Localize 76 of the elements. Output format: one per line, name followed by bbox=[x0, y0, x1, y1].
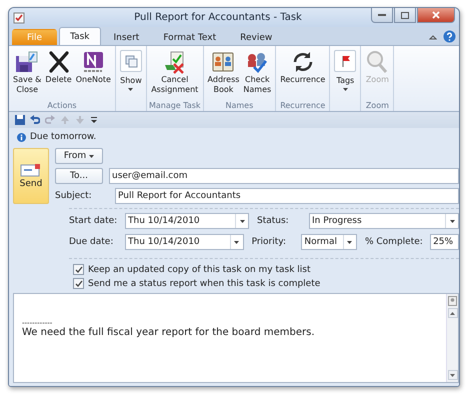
status-label: Status: bbox=[256, 216, 290, 226]
group-label: Actions bbox=[47, 101, 77, 111]
from-button[interactable]: From bbox=[55, 148, 103, 164]
save-disk-icon bbox=[15, 50, 40, 74]
ribbon-button[interactable]: Tags bbox=[332, 48, 358, 111]
envelope-icon bbox=[20, 163, 42, 177]
checkbox[interactable] bbox=[73, 278, 84, 289]
ribbon-tab[interactable]: Task bbox=[59, 27, 100, 45]
group-label: Manage Task bbox=[148, 101, 201, 111]
start-date-field[interactable]: Thu 10/14/2010 bbox=[125, 213, 249, 229]
checkbox[interactable] bbox=[73, 264, 84, 275]
ribbon-tab[interactable]: Format Text bbox=[152, 29, 228, 45]
checkbox-label: Send me a status report when this task is complete bbox=[88, 278, 320, 288]
start-date-label: Start date: bbox=[69, 216, 118, 226]
recurrence-icon bbox=[290, 50, 315, 74]
down-arrow-icon bbox=[450, 374, 455, 376]
scroll-up-button[interactable] bbox=[448, 308, 458, 318]
due-date-field[interactable]: Thu 10/14/2010 bbox=[125, 234, 244, 250]
minimize-icon bbox=[378, 13, 386, 17]
scroll-down-button[interactable] bbox=[448, 370, 458, 380]
ribbon-button[interactable]: Show bbox=[118, 48, 144, 111]
help-icon[interactable] bbox=[443, 30, 456, 43]
percent-complete-label: % Complete: bbox=[364, 237, 424, 247]
send-button[interactable]: Send bbox=[13, 148, 49, 204]
caret-icon bbox=[347, 240, 352, 244]
minimize-button[interactable] bbox=[371, 8, 393, 23]
collapse-ribbon-icon[interactable] bbox=[429, 34, 437, 40]
ribbon-button[interactable]: Save & Close bbox=[11, 48, 44, 101]
task-icon bbox=[13, 12, 25, 24]
notebook-icon bbox=[81, 50, 106, 74]
subject-field[interactable]: Pull Report for Accountants bbox=[115, 188, 459, 204]
group-label: Names bbox=[225, 101, 254, 111]
maximize-icon bbox=[401, 12, 409, 18]
maximize-button[interactable] bbox=[394, 8, 416, 23]
ribbon-button[interactable]: Address Book bbox=[206, 48, 242, 101]
to-button[interactable]: To... bbox=[55, 168, 103, 184]
priority-field[interactable]: Normal bbox=[301, 234, 357, 250]
ribbon-button[interactable]: Delete bbox=[43, 48, 74, 101]
delete-icon bbox=[46, 50, 71, 74]
ribbon-button[interactable]: Check Names bbox=[241, 48, 274, 101]
caret-icon bbox=[450, 220, 454, 222]
message-text: We need the full fiscal year report for the board members. bbox=[22, 327, 316, 338]
cancel-task-icon bbox=[162, 50, 187, 74]
save-icon[interactable] bbox=[15, 115, 25, 125]
subject-label: Subject: bbox=[55, 191, 93, 201]
group-label: Recurrence bbox=[280, 101, 326, 111]
ribbon-tab[interactable]: Review bbox=[229, 29, 284, 45]
close-button[interactable] bbox=[417, 8, 455, 23]
priority-label: Priority: bbox=[250, 237, 287, 247]
info-text: Due tomorrow. bbox=[30, 132, 96, 142]
group-label: Zoom bbox=[366, 101, 389, 111]
percent-complete-field[interactable]: 25% bbox=[430, 234, 459, 250]
checkbox-label: Keep an updated copy of this task on my task list bbox=[88, 264, 310, 274]
caret-icon bbox=[234, 240, 240, 244]
caret-icon bbox=[240, 220, 244, 222]
pages-icon bbox=[120, 50, 142, 72]
caret-icon bbox=[342, 88, 348, 91]
ribbon-button[interactable]: Recurrence bbox=[278, 48, 328, 101]
status-field[interactable]: In Progress bbox=[309, 213, 459, 229]
info-icon bbox=[17, 132, 26, 142]
magnifier-icon bbox=[365, 50, 390, 74]
close-icon bbox=[432, 11, 440, 19]
ribbon-button[interactable]: Cancel Assignment bbox=[149, 48, 200, 101]
to-field[interactable]: user@email.com bbox=[109, 168, 459, 184]
window-title: Pull Report for Accountants - Task bbox=[133, 12, 303, 23]
ribbon-button[interactable]: OneNote bbox=[74, 48, 113, 101]
flag-icon bbox=[334, 50, 356, 72]
undo-icon[interactable] bbox=[30, 115, 40, 125]
ribbon-tab[interactable]: Insert bbox=[102, 29, 150, 45]
caret-icon bbox=[128, 88, 134, 91]
people-check-icon bbox=[245, 50, 270, 74]
customize-icon[interactable] bbox=[90, 116, 98, 124]
caret-icon bbox=[89, 154, 94, 158]
up-arrow-icon bbox=[450, 312, 455, 314]
due-date-label: Due date: bbox=[69, 237, 114, 247]
address-book-icon bbox=[211, 50, 236, 74]
